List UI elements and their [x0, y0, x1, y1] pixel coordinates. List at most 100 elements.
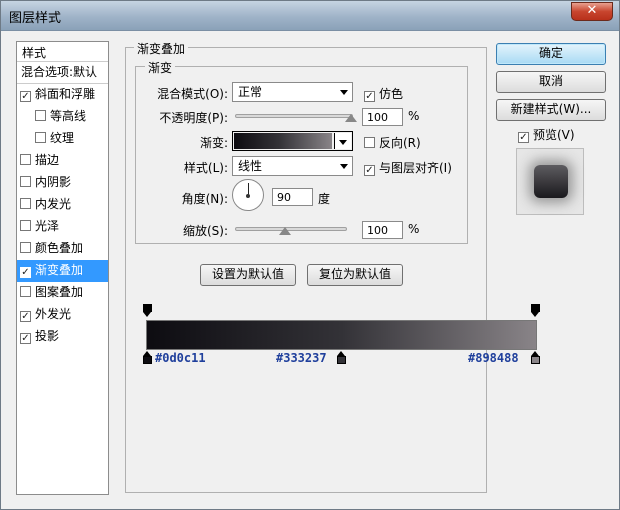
- checkbox-icon[interactable]: ✓: [20, 333, 31, 344]
- angle-label: 角度(N):: [181, 192, 228, 206]
- cancel-button[interactable]: 取消: [496, 71, 606, 93]
- sidebar-item-label: 投影: [35, 329, 60, 343]
- sidebar-item-pattern-overlay[interactable]: 图案叠加: [17, 282, 108, 304]
- checkbox-icon[interactable]: ✓: [20, 91, 31, 102]
- checkbox-icon[interactable]: [20, 242, 31, 253]
- sidebar-item-satin[interactable]: 光泽: [17, 216, 108, 238]
- checkbox-icon[interactable]: ✓: [364, 165, 375, 176]
- color-stop-swatch: [337, 356, 346, 364]
- gradient-dropdown-arrow-icon[interactable]: [334, 133, 351, 149]
- chevron-down-icon: [340, 90, 348, 95]
- gradient-swatch-preview[interactable]: [234, 133, 332, 149]
- color-stop-2[interactable]: [531, 351, 540, 364]
- sidebar-item-label: 内发光: [35, 197, 72, 211]
- checkbox-icon[interactable]: [35, 132, 46, 143]
- checkbox-icon[interactable]: [364, 137, 375, 148]
- sidebar-item-label: 光泽: [35, 219, 60, 233]
- color-stop-0[interactable]: [143, 351, 152, 364]
- opacity-label: 不透明度(P):: [159, 111, 228, 125]
- gradient-bar[interactable]: [146, 320, 537, 350]
- dialog-content: 样式 混合选项:默认 ✓ 斜面和浮雕 等高线 纹理 描边 内阴影 内发光 光泽 颜…: [8, 31, 612, 503]
- sidebar-item-bevel-emboss[interactable]: ✓ 斜面和浮雕: [17, 84, 108, 106]
- scale-slider-thumb[interactable]: [279, 227, 292, 235]
- align-with-layer-label: 与图层对齐(I): [379, 161, 452, 175]
- opacity-stop-body: [143, 304, 152, 312]
- preview-checkbox[interactable]: ✓ 预览(V): [518, 126, 575, 143]
- layer-style-dialog: 图层样式 ✕ 样式 混合选项:默认 ✓ 斜面和浮雕 等高线 纹理 描边 内阴影 内…: [0, 0, 620, 510]
- opacity-unit: %: [408, 109, 420, 123]
- opacity-stop-body: [531, 304, 540, 312]
- blend-options-item[interactable]: 混合选项:默认: [17, 62, 108, 84]
- opacity-stop-left[interactable]: [143, 304, 152, 317]
- new-style-button[interactable]: 新建样式(W)...: [496, 99, 606, 121]
- angle-input[interactable]: 90: [272, 188, 313, 206]
- color-stop-label-0: #0d0c11: [155, 351, 206, 365]
- sidebar-item-label: 内阴影: [35, 175, 72, 189]
- color-stop-swatch: [143, 356, 152, 364]
- sidebar-item-inner-glow[interactable]: 内发光: [17, 194, 108, 216]
- window-title: 图层样式: [9, 11, 62, 26]
- dither-checkbox[interactable]: ✓ 仿色: [364, 85, 403, 102]
- angle-dial[interactable]: [232, 179, 264, 211]
- style-label: 样式(L):: [183, 161, 228, 175]
- blend-mode-label: 混合模式(O):: [157, 87, 228, 101]
- checkbox-icon[interactable]: ✓: [364, 91, 375, 102]
- sidebar-item-color-overlay[interactable]: 颜色叠加: [17, 238, 108, 260]
- color-stop-label-2: #898488: [468, 351, 519, 365]
- group-title: 渐变叠加: [134, 40, 189, 57]
- scale-label: 缩放(S):: [182, 224, 228, 238]
- angle-center-icon: [246, 194, 250, 198]
- checkbox-icon[interactable]: [35, 110, 46, 121]
- gradient-label: 渐变:: [199, 136, 228, 150]
- reverse-checkbox[interactable]: 反向(R): [364, 134, 421, 151]
- sidebar-item-label: 纹理: [50, 131, 75, 145]
- chevron-down-icon: [340, 164, 348, 169]
- sidebar-item-contour[interactable]: 等高线: [17, 106, 108, 128]
- style-list-header[interactable]: 样式: [17, 42, 108, 62]
- title-bar[interactable]: 图层样式 ✕: [1, 1, 619, 31]
- checkbox-icon[interactable]: [20, 286, 31, 297]
- opacity-slider-thumb[interactable]: [345, 114, 357, 122]
- checkbox-icon[interactable]: ✓: [20, 311, 31, 322]
- dither-label: 仿色: [379, 87, 404, 101]
- checkbox-icon[interactable]: [20, 176, 31, 187]
- color-stop-1[interactable]: [337, 351, 346, 364]
- sidebar-item-inner-shadow[interactable]: 内阴影: [17, 172, 108, 194]
- subgroup-title: 渐变: [145, 59, 176, 76]
- sidebar-item-label: 图案叠加: [35, 285, 84, 299]
- sidebar-item-stroke[interactable]: 描边: [17, 150, 108, 172]
- opacity-slider[interactable]: [235, 114, 353, 118]
- align-with-layer-checkbox[interactable]: ✓ 与图层对齐(I): [364, 159, 452, 176]
- checkbox-icon[interactable]: [20, 220, 31, 231]
- sidebar-item-gradient-overlay[interactable]: ✓ 渐变叠加: [17, 260, 108, 282]
- opacity-stop-right[interactable]: [531, 304, 540, 317]
- angle-unit: 度: [318, 192, 331, 206]
- color-stop-label-1: #333237: [276, 351, 327, 365]
- checkbox-icon[interactable]: [20, 154, 31, 165]
- close-button[interactable]: ✕: [571, 2, 613, 21]
- scale-input[interactable]: 100: [362, 221, 403, 239]
- sidebar-item-label: 外发光: [35, 307, 72, 321]
- sidebar-item-outer-glow[interactable]: ✓ 外发光: [17, 304, 108, 326]
- style-select[interactable]: 线性: [232, 156, 353, 176]
- checkbox-icon[interactable]: [20, 198, 31, 209]
- ok-button[interactable]: 确定: [496, 43, 606, 65]
- reset-to-default-button[interactable]: 复位为默认值: [307, 264, 403, 286]
- style-preview-thumbnail: [516, 148, 584, 215]
- sidebar-item-drop-shadow[interactable]: ✓ 投影: [17, 326, 108, 348]
- sidebar-item-texture[interactable]: 纹理: [17, 128, 108, 150]
- reverse-label: 反向(R): [379, 136, 421, 150]
- color-stop-swatch: [531, 356, 540, 364]
- checkbox-icon[interactable]: ✓: [518, 132, 529, 143]
- opacity-stop-tip: [531, 312, 539, 317]
- opacity-input[interactable]: 100: [362, 108, 403, 126]
- blend-mode-select[interactable]: 正常: [232, 82, 353, 102]
- sidebar-item-label: 颜色叠加: [35, 241, 84, 255]
- checkbox-icon[interactable]: ✓: [20, 267, 31, 278]
- make-default-button[interactable]: 设置为默认值: [200, 264, 296, 286]
- gradient-subgroup: 渐变 混合模式(O): 正常 ✓ 仿色 不透明度(P): 100 % 渐变: 反…: [135, 59, 468, 244]
- gradient-picker[interactable]: [232, 131, 353, 151]
- preview-label: 预览(V): [533, 128, 575, 142]
- style-list: 样式 混合选项:默认 ✓ 斜面和浮雕 等高线 纹理 描边 内阴影 内发光 光泽 颜…: [16, 41, 109, 495]
- sidebar-item-label: 渐变叠加: [35, 263, 84, 277]
